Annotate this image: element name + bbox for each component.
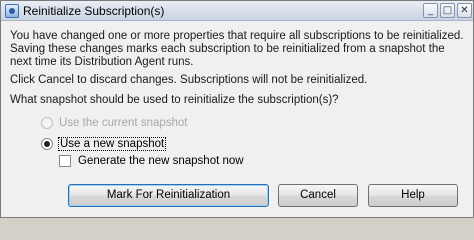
explanation-text: You have changed one or more properties … — [10, 30, 464, 68]
window-title: Reinitialize Subscription(s) — [23, 4, 165, 18]
help-button[interactable]: Help — [368, 184, 458, 207]
mark-for-reinitialization-button[interactable]: Mark For Reinitialization — [68, 184, 269, 207]
reinitialize-dialog: Reinitialize Subscription(s) _ □ ✕ You h… — [0, 0, 474, 218]
use-current-snapshot-label: Use the current snapshot — [59, 116, 188, 129]
snapshot-question: What snapshot should be used to reinitia… — [10, 94, 339, 106]
cancel-hint-text: Click Cancel to discard changes. Subscri… — [10, 74, 368, 86]
use-current-snapshot-radio — [41, 116, 53, 129]
use-current-snapshot-option: Use the current snapshot — [41, 115, 188, 130]
use-new-snapshot-label[interactable]: Use a new snapshot — [57, 136, 167, 151]
generate-snapshot-checkbox[interactable] — [59, 154, 71, 167]
app-icon — [5, 4, 19, 18]
generate-snapshot-option[interactable]: Generate the new snapshot now — [59, 153, 244, 168]
title-bar[interactable]: Reinitialize Subscription(s) _ □ ✕ — [1, 1, 473, 21]
minimize-button[interactable]: _ — [423, 3, 438, 18]
maximize-button[interactable]: □ — [440, 3, 455, 18]
generate-snapshot-label[interactable]: Generate the new snapshot now — [78, 155, 244, 167]
use-new-snapshot-option[interactable]: Use a new snapshot — [41, 136, 167, 151]
close-button[interactable]: ✕ — [457, 3, 472, 18]
use-new-snapshot-radio[interactable] — [41, 137, 53, 150]
cancel-button[interactable]: Cancel — [278, 184, 358, 207]
